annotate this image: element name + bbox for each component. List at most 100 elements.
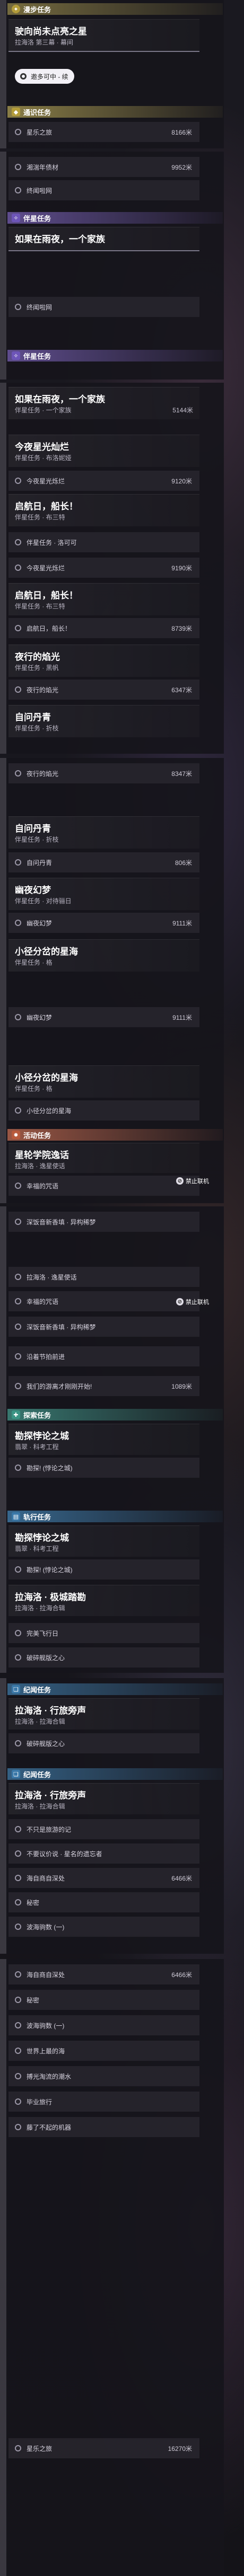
quest-step[interactable]: 不只是旅游的记 [8,1819,199,1839]
quest-step[interactable]: 世界上最的海 [8,2041,199,2061]
quest-step[interactable]: 波海驹数 (一) [8,1917,199,1937]
section-header-lore[interactable]: ❏ 纪闻任务 [7,1768,223,1780]
step-marker-icon [15,1997,21,2003]
quest-step[interactable]: 沿着节拍前进 [8,1346,199,1366]
quest-title: 勘探悖论之城 [15,1431,69,1441]
step-label: 完美飞行日 [27,1629,59,1637]
quest-card[interactable]: 小径分岔的星海 伴星任务 · 格 [8,939,199,972]
quest-card[interactable]: 小径分岔的星海 伴星任务 · 格 [8,1065,199,1098]
quest-step[interactable]: 不要议价说 · 星名的遗忘者 [8,1843,199,1864]
section-header-event[interactable]: ✹ 活动任务 [7,1129,223,1141]
quest-title: 小径分岔的星海 [15,947,78,957]
section-header-companion[interactable]: ✧ 伴星任务 [7,212,223,224]
quest-card[interactable]: 今夜星光灿烂 伴星任务 · 布洛妮娅 [8,435,199,467]
quest-subtitle: 拉海洛 · 逸星使话 [15,1162,65,1170]
quest-step[interactable]: 终闻啦网 [8,297,199,317]
quest-card[interactable]: 星轮学院逸话 拉海洛 · 逸星使话 [8,1143,199,1173]
quest-step[interactable]: 夜行的焰光 8347米 [8,763,199,783]
step-label: 星乐之旅 [27,2445,53,2453]
quest-step[interactable]: 小径分岔的星海 [8,1100,199,1121]
quest-card[interactable]: 自问丹青 伴星任务 · 折枝 [8,705,199,737]
quest-step[interactable]: 终闻啦网 [8,180,199,200]
quest-card[interactable]: 夜行的焰光 伴星任务 · 黑帆 [8,645,199,677]
quest-step[interactable]: 勘探! (悖论之城) [8,1559,199,1580]
step-label: 破碎舰版之心 [27,1740,65,1748]
quest-step[interactable]: 今夜星光烁烂 9190米 [8,558,199,578]
step-label: 波海驹数 (一) [27,1923,65,1931]
step-label: 秘密 [27,1996,40,2004]
quest-step[interactable]: 搏光淘流的潮水 [8,2066,199,2086]
step-distance: 9111米 [172,1013,192,1021]
quest-step[interactable]: 海自商自深处 6466米 [8,1964,199,1984]
quest-step[interactable]: 星乐之旅 8166米 [8,122,199,142]
quest-step[interactable]: 启航日，船长！ 8739米 [8,618,199,638]
quest-step[interactable]: 夜行的焰光 6347米 [8,680,199,700]
step-label: 幸福的咒语 [27,1182,59,1190]
companion-icon: ✧ [12,351,20,360]
quest-card[interactable]: 如果在雨夜，一个家族 伴星任务 · 一个家族 5144米 [8,387,199,419]
quest-progress-bar [8,250,199,251]
quest-title: 驶向尚未点亮之星 [15,27,87,37]
step-marker-icon [15,478,21,484]
quest-step[interactable]: 破碎舰版之心 [8,1647,199,1668]
quest-step[interactable]: 幽夜幻梦 9111米 [8,1007,199,1027]
quest-step[interactable]: 湘湍年债材 9952米 [8,157,199,177]
quest-progress-bar [8,51,199,52]
companion-icon: ✧ [12,214,20,222]
step-label: 我们的游离才刚刚开始! [27,1382,92,1390]
step-marker-icon [15,1630,21,1636]
quest-step[interactable]: 深饭音新香填 · 异构稀梦 [8,1212,199,1232]
step-marker-icon [15,1183,21,1189]
quest-step[interactable]: 完美飞行日 [8,1623,199,1643]
step-label: 伴星任务 · 洛可可 [27,539,77,546]
step-marker-icon [15,1324,21,1330]
quest-step[interactable]: 藤了不起的机器 [8,2117,199,2137]
quest-step[interactable]: 秘密 [8,1990,199,2010]
quest-card[interactable]: 勘探悖论之城 翡翠 · 科考工程 [8,1424,199,1455]
step-label: 海自商自深处 [27,1874,65,1882]
quest-step[interactable]: 勘探! (悖论之城) [8,1458,199,1478]
quest-card[interactable]: 拉海洛 · 极城踏勘 拉海洛 · 拉海合辑 [8,1585,199,1616]
quest-step[interactable]: 幸福的咒语 [8,1176,199,1196]
quest-step[interactable]: 毕业旅行 [8,2092,199,2112]
quest-subtitle: 伴星任务 · 黑帆 [15,664,59,672]
section-header-trailblaze[interactable]: ✦ 漫步任务 [7,3,223,15]
quest-card[interactable]: 幽夜幻梦 伴星任务 · 对待骊日 [8,878,199,910]
quest-step[interactable]: 海自商自深处 6466米 [8,1868,199,1888]
quest-step[interactable]: 星乐之旅 16270米 [8,2438,199,2458]
quest-subtitle: 伴星任务 · 一个家族 [15,407,72,414]
section-header-lore[interactable]: ❏ 纪闻任务 [7,1683,223,1695]
quest-card[interactable]: 驶向尚未点亮之星 拉海洛 第三幕 · 幕间 [8,19,199,51]
quest-card[interactable]: 如果在雨夜，一个家族 [8,227,199,251]
step-distance: 806米 [175,859,192,867]
quest-card[interactable]: 勘探悖论之城 翡翠 · 科考工程 [8,1525,199,1557]
follow-button[interactable]: 邀多可中 - 续 [15,69,74,84]
section-header-daily[interactable]: ◆ 通识任务 [7,106,223,118]
step-marker-icon [15,686,21,693]
quest-step[interactable]: 幽夜幻梦 9111米 [8,913,199,933]
quest-card[interactable]: 自问丹青 伴星任务 · 折枝 [8,816,199,849]
quest-card[interactable]: 启航日，船长！ 伴星任务 · 布三特 [8,494,199,526]
quest-step[interactable]: 今夜星光烁烂 9120米 [8,471,199,491]
quest-step[interactable]: 破碎舰版之心 [8,1733,199,1753]
step-distance: 16270米 [168,2445,192,2453]
section-header-scroll[interactable]: ▤ 轨行任务 [7,1511,223,1522]
section-title: 纪闻任务 [23,1686,51,1694]
quest-step[interactable]: 伴星任务 · 洛可可 [8,532,199,552]
step-label: 终闻啦网 [27,187,53,195]
quest-step[interactable]: 波海驹数 (一) [8,2015,199,2035]
step-distance: 9190米 [171,564,192,572]
quest-step[interactable]: 秘密 [8,1892,199,1912]
quest-step[interactable]: 我们的游离才刚刚开始! 1089米 [8,1376,199,1396]
quest-step[interactable]: 深饭音新香填 · 异构稀梦 [8,1317,199,1337]
step-label: 毕业旅行 [27,2098,53,2106]
section-header-exploration[interactable]: ✚ 探索任务 [7,1409,223,1421]
quest-card[interactable]: 启航日，船长！ 伴星任务 · 布三特 [8,583,199,615]
quest-step[interactable]: 幸福的咒语 [8,1291,199,1311]
quest-step[interactable]: 拉海洛 · 逸星使话 [8,1267,199,1287]
quest-card[interactable]: 拉海洛 · 行旅旁声 拉海洛 · 拉海合辑 [8,1698,199,1730]
step-distance: 8347米 [171,770,192,778]
section-header-companion[interactable]: ✧ 伴星任务 [7,350,223,361]
quest-card[interactable]: 拉海洛 · 行旅旁声 拉海洛 · 拉海合辑 [8,1783,199,1814]
quest-step[interactable]: 自问丹青 806米 [8,852,199,872]
